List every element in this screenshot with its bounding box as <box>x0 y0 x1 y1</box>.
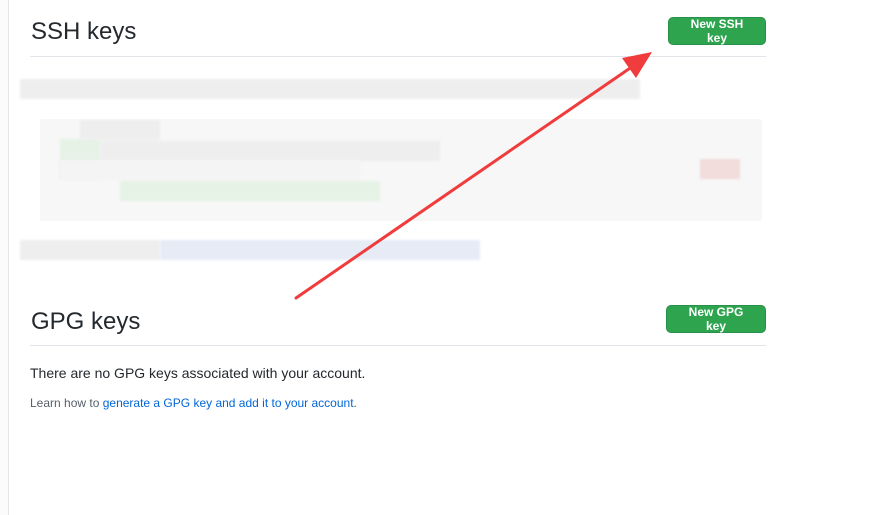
learn-prefix-text: Learn how to <box>30 396 103 410</box>
redacted-key-title <box>80 120 160 140</box>
new-gpg-key-button[interactable]: New GPG key <box>666 305 766 333</box>
gpg-empty-message: There are no GPG keys associated with yo… <box>30 365 366 381</box>
redacted-key-fingerprint <box>100 141 440 161</box>
learn-suffix-text: . <box>353 396 357 410</box>
left-sidebar-edge <box>0 0 9 515</box>
gpg-keys-title: GPG keys <box>31 308 141 335</box>
ssh-key-item <box>40 119 762 221</box>
gpg-learn-line: Learn how to generate a GPG key and add … <box>30 396 357 410</box>
redacted-intro-text <box>20 79 640 99</box>
redacted-key-added-date <box>60 160 360 180</box>
ssh-keys-header: SSH keys New SSH key <box>30 0 766 57</box>
generate-gpg-key-link[interactable]: generate a GPG key and add it to your ac… <box>103 396 354 410</box>
delete-key-button[interactable] <box>700 159 740 179</box>
redacted-key-last-used <box>120 181 380 201</box>
redacted-help-text <box>20 240 160 260</box>
gpg-keys-header: GPG keys New GPG key <box>30 289 766 346</box>
ssh-keys-title: SSH keys <box>31 18 137 45</box>
new-ssh-key-button[interactable]: New SSH key <box>668 17 766 45</box>
redacted-help-link[interactable] <box>160 240 480 260</box>
